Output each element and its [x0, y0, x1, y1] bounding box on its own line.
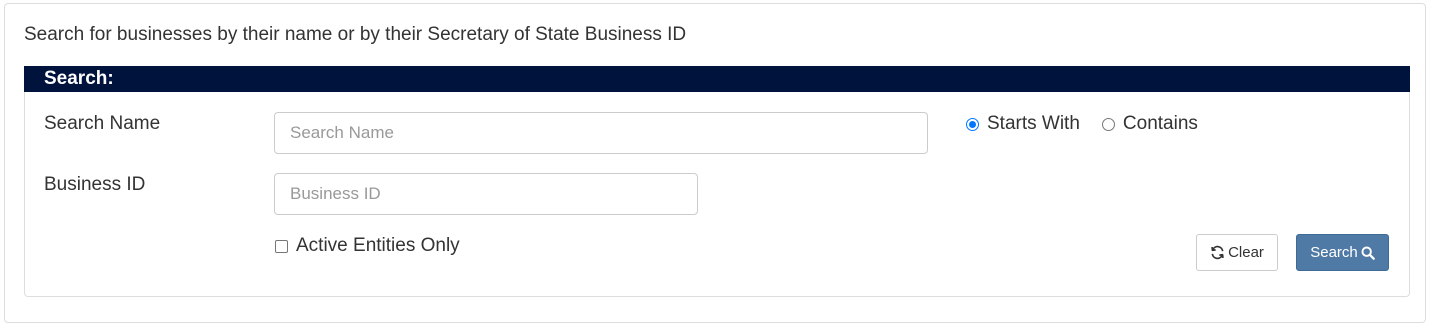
search-button-label: Search	[1310, 244, 1358, 261]
starts-with-label: Starts With	[987, 113, 1080, 134]
search-name-label: Search Name	[44, 113, 161, 134]
business-id-input[interactable]	[274, 173, 698, 215]
search-header: Search:	[24, 66, 1410, 92]
search-name-input[interactable]	[274, 112, 928, 154]
active-entities-checkbox[interactable]: Active Entities Only	[275, 235, 460, 257]
match-mode-radio-group: Starts With Contains	[966, 113, 1198, 135]
search-icon	[1361, 246, 1375, 260]
contains-radio[interactable]: Contains	[1101, 113, 1198, 135]
business-id-label: Business ID	[44, 174, 146, 195]
active-entities-label: Active Entities Only	[296, 235, 460, 256]
clear-button[interactable]: Clear	[1196, 234, 1278, 271]
radio-checked-icon[interactable]	[966, 117, 979, 131]
starts-with-radio[interactable]: Starts With	[966, 113, 1080, 135]
refresh-icon	[1210, 245, 1225, 260]
checkbox-icon[interactable]	[275, 239, 288, 253]
search-button[interactable]: Search	[1296, 234, 1389, 271]
intro-text: Search for businesses by their name or b…	[24, 24, 687, 45]
contains-label: Contains	[1122, 113, 1198, 134]
clear-button-label: Clear	[1228, 244, 1264, 261]
radio-unchecked-icon[interactable]	[1101, 117, 1115, 131]
